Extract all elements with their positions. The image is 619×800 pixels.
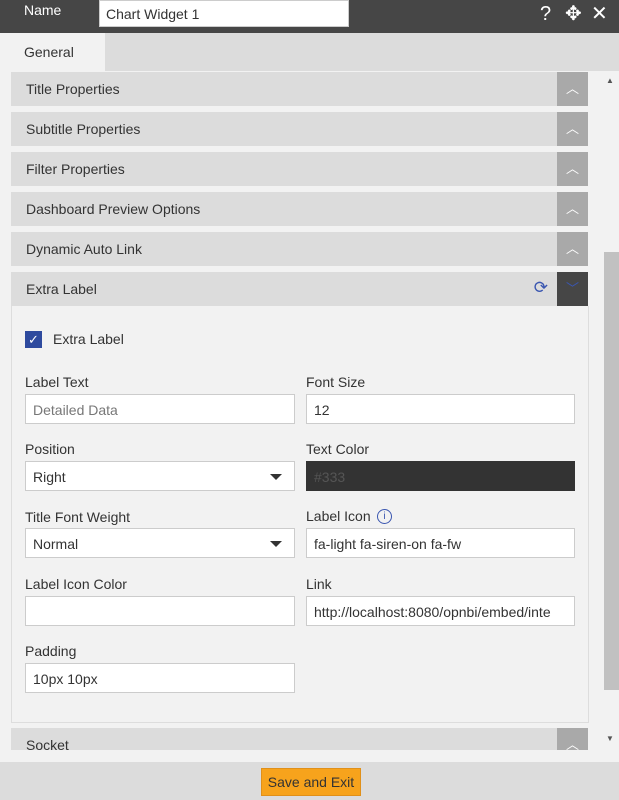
scrollbar-thumb[interactable] — [604, 252, 619, 690]
move-icon[interactable]: ✥ — [565, 2, 582, 26]
header: Name ? ✥ ✕ — [0, 0, 619, 33]
section-label: Dashboard Preview Options — [26, 201, 201, 217]
padding-input[interactable]: 10px 10px — [25, 663, 295, 693]
footer: Save and Exit — [0, 762, 619, 800]
scroll-down-icon[interactable]: ▼ — [606, 734, 614, 743]
scroll-up-icon[interactable]: ▲ — [606, 76, 614, 85]
caret-down-icon — [270, 474, 282, 480]
checkbox-label: Extra Label — [53, 331, 124, 347]
label-icon-input[interactable]: fa-light fa-siren-on fa-fw — [306, 528, 575, 558]
section-extra-label[interactable]: Extra Label ⟳ ﹀ — [11, 272, 588, 306]
section-label: Filter Properties — [26, 161, 125, 177]
chevron-down-icon[interactable]: ﹀ — [557, 272, 588, 306]
section-label: Dynamic Auto Link — [26, 241, 142, 257]
label-icon-color-label: Label Icon Color — [25, 576, 127, 592]
caret-down-icon — [270, 541, 282, 547]
position-label: Position — [25, 441, 75, 457]
name-label: Name — [24, 2, 62, 18]
link-label: Link — [306, 576, 332, 592]
info-icon[interactable]: i — [377, 509, 392, 524]
chevron-up-icon[interactable]: ︿ — [557, 192, 588, 226]
chevron-up-icon[interactable]: ︿ — [557, 232, 588, 266]
chevron-up-icon[interactable]: ︿ — [557, 728, 588, 750]
section-filter-properties[interactable]: Filter Properties ︿ — [11, 152, 588, 186]
section-label: Title Properties — [26, 81, 120, 97]
font-size-input[interactable]: 12 — [306, 394, 575, 424]
section-dashboard-preview[interactable]: Dashboard Preview Options ︿ — [11, 192, 588, 226]
scrollbar[interactable]: ▲ ▼ — [600, 72, 619, 750]
font-weight-value: Normal — [33, 536, 79, 552]
label-text-label: Label Text — [25, 374, 89, 390]
reset-icon[interactable]: ⟳ — [534, 278, 548, 298]
text-color-label: Text Color — [306, 441, 370, 457]
save-and-exit-button[interactable]: Save and Exit — [261, 768, 361, 796]
font-size-label: Font Size — [306, 374, 366, 390]
extra-label-checkbox[interactable]: ✓ — [25, 331, 42, 348]
close-icon[interactable]: ✕ — [591, 2, 608, 26]
section-label: Extra Label — [26, 281, 97, 297]
text-color-input[interactable]: #333 — [306, 461, 575, 491]
section-title-properties[interactable]: Title Properties ︿ — [11, 72, 588, 106]
chevron-up-icon[interactable]: ︿ — [557, 152, 588, 186]
chevron-up-icon[interactable]: ︿ — [557, 72, 588, 106]
chevron-up-icon[interactable]: ︿ — [557, 112, 588, 146]
link-input[interactable]: http://localhost:8080/opnbi/embed/inte — [306, 596, 575, 626]
label-text-input[interactable]: Detailed Data — [25, 394, 295, 424]
section-label: Socket — [26, 737, 69, 750]
tab-bar: General — [0, 33, 619, 71]
label-icon-color-input[interactable] — [25, 596, 295, 626]
section-dynamic-auto-link[interactable]: Dynamic Auto Link ︿ — [11, 232, 588, 266]
section-label: Subtitle Properties — [26, 121, 141, 137]
tab-general[interactable]: General — [0, 33, 105, 71]
padding-label: Padding — [25, 643, 77, 659]
help-icon[interactable]: ? — [540, 2, 551, 26]
position-select[interactable]: Right — [25, 461, 295, 491]
label-icon-label: Label Icon — [306, 508, 371, 524]
position-value: Right — [33, 469, 66, 485]
title-font-weight-label: Title Font Weight — [25, 509, 131, 525]
section-subtitle-properties[interactable]: Subtitle Properties ︿ — [11, 112, 588, 146]
title-font-weight-select[interactable]: Normal — [25, 528, 295, 558]
section-socket[interactable]: Socket ︿ — [11, 728, 588, 750]
widget-name-input[interactable] — [99, 0, 349, 27]
